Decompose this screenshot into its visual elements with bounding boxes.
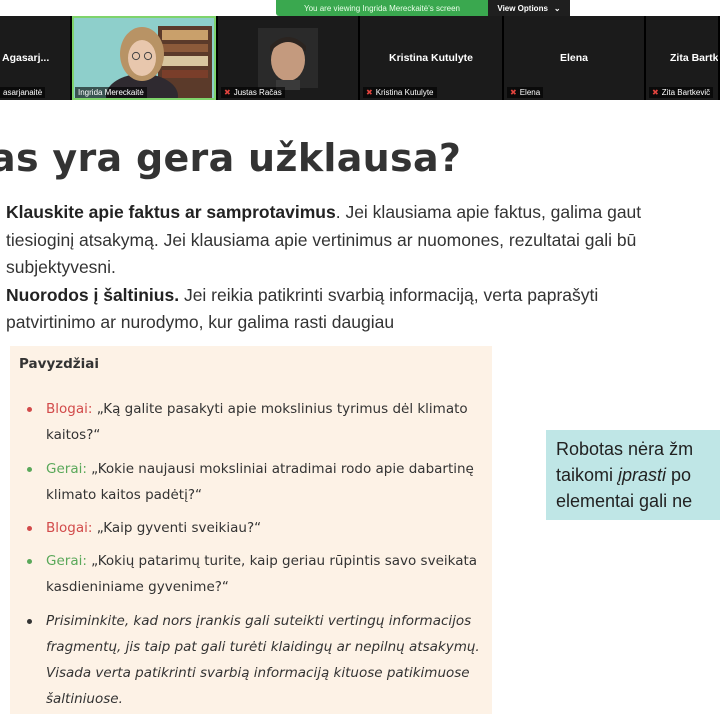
paragraph-text: Jei reikia patikrinti svarbią informacij… [179,285,599,305]
list-item: Gerai: „Kokių patarimų turite, kaip geri… [27,548,486,600]
callout-line: Robotas nėra žm [556,439,694,459]
chevron-down-icon: ⌄ [553,3,561,13]
example-text: „Kokių patarimų turite, kaip geriau rūpi… [86,553,478,569]
bullet-icon [27,559,32,564]
list-item: Blogai: „Kaip gyventi sveikiau?“ [27,515,486,541]
paragraph-bold: Nuorodos į šaltinius. [6,285,180,305]
participant-name: Agasarj... [2,52,50,64]
paragraph-bold: Klauskite apie faktus ar samprotavimus [6,202,336,222]
callout-box: Robotas nėra žm taikomi įprasti po eleme… [546,430,720,520]
participant-name: Elena [559,52,588,64]
callout-text: taikomi [556,465,619,485]
list-item: Blogai: „Ką galite pasakyti apie mokslin… [27,396,486,448]
list-item: Gerai: „Kokie naujausi moksliniai atradi… [27,456,486,508]
paragraph-text: . Jei klausiama apie faktus, galima gaut [335,202,642,222]
callout-emphasis: įprasti [618,465,667,485]
paragraph-line: Klauskite apie faktus ar samprotavimus. … [6,200,720,224]
participant-tag: ✖ Elena [507,87,544,98]
participant-gallery: Agasarj... asarjanaitė Ingrida Mereckait… [0,16,720,100]
paragraph-line: patvirtinimo ar nurodymo, kur galima ras… [6,312,395,332]
note-text: Visada verta patikrinti svarbią informac… [46,665,470,681]
participant-tag-label: asarjanaitė [3,88,43,97]
examples-box: Pavyzdžiai Blogai: „Ką galite pasakyti a… [10,346,492,714]
bullet-icon [27,526,32,531]
mic-muted-icon: ✖ [510,88,517,97]
paragraph-line: subjektyvesni. [6,257,116,277]
view-options-label: View Options [497,3,548,13]
participant-tile[interactable]: Elena ✖ Elena [504,16,644,100]
participant-name: Zita Bartk [670,52,718,64]
list-item: Prisiminkite, kad nors įrankis gali sute… [27,608,486,712]
callout-line: taikomi įprasti po [556,462,720,488]
paragraph-line: Nuorodos į šaltinius. Jei reikia patikri… [6,283,720,307]
participant-name: Kristina Kutulyte [388,52,473,64]
bullet-icon [27,407,32,412]
participant-tag-label: Kristina Kutulyte [375,88,434,97]
participant-tag-label: Ingrida Mereckaitė [78,88,144,97]
mic-muted-icon: ✖ [366,88,373,97]
bad-label: Blogai: [46,520,93,536]
participant-tag: ✖ Kristina Kutulyte [363,87,437,98]
note-text: fragmentų, jis taip pat gali turėti klai… [46,639,480,655]
callout-line: elementai gali ne [556,491,693,511]
viewing-message: You are viewing Ingrida Mereckaitė's scr… [304,3,460,13]
examples-title: Pavyzdžiai [19,356,99,372]
example-text: klimato kaitos padėtį?“ [46,487,202,503]
paragraph-line: tiesioginį atsakymą. Jei klausiama apie … [6,230,637,250]
slide-title: as yra gera užklausa? [0,136,462,180]
example-text: „Ką galite pasakyti apie mokslinius tyri… [92,401,468,417]
mic-muted-icon: ✖ [224,88,231,97]
participant-tile[interactable]: Agasarj... asarjanaitė [0,16,70,100]
participant-tile-speaker[interactable]: Ingrida Mereckaitė [72,16,216,100]
example-text: „Kokie naujausi moksliniai atradimai rod… [86,461,474,477]
screen-share-banner: You are viewing Ingrida Mereckaitė's scr… [276,0,570,16]
callout-text: po [666,465,692,485]
participant-tile[interactable]: ✖ Justas Račas [218,16,358,100]
participant-tag-label: Zita Bartkevič [661,88,711,97]
participant-tag: Ingrida Mereckaitė [75,87,147,98]
example-text: kasdieniniame gyvenime?“ [46,579,229,595]
bad-label: Blogai: [46,401,93,417]
good-label: Gerai: [46,553,87,569]
example-text: „Kaip gyventi sveikiau?“ [92,520,262,536]
participant-tag: ✖ Justas Račas [221,87,285,98]
shared-slide: as yra gera užklausa? Klauskite apie fak… [0,100,720,720]
participant-tile[interactable]: Kristina Kutulyte ✖ Kristina Kutulyte [360,16,502,100]
mic-muted-icon: ✖ [652,88,659,97]
participant-tag: ✖ Zita Bartkevič [649,87,714,98]
view-options-button[interactable]: View Options ⌄ [488,0,570,16]
participant-tag-label: Elena [519,88,541,97]
note-text: šaltiniuose. [46,691,123,707]
bullet-icon [27,619,32,624]
participant-tag: asarjanaitė [0,87,46,98]
participant-tag-label: Justas Račas [233,88,282,97]
note-text: Prisiminkite, kad nors įrankis gali sute… [46,613,472,629]
example-text: kaitos?“ [46,427,101,443]
good-label: Gerai: [46,461,87,477]
bullet-icon [27,467,32,472]
participant-tile[interactable]: Zita Bartk ✖ Zita Bartkevič [646,16,718,100]
